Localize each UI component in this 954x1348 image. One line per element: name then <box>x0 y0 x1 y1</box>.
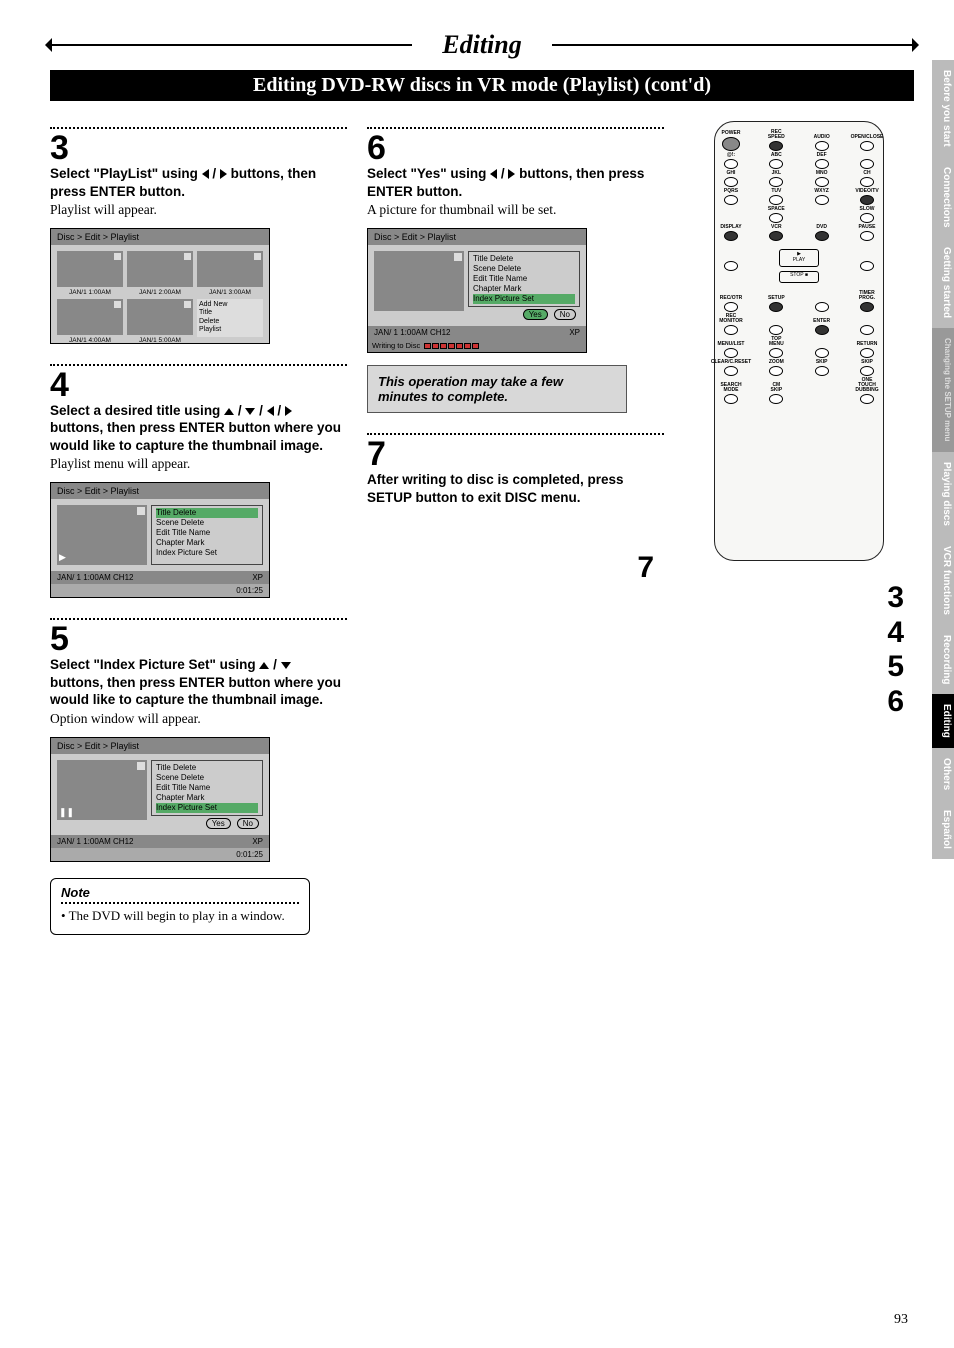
tab-active: Editing <box>932 694 954 748</box>
screen-playlist-grid: Disc > Edit > Playlist JAN/1 1:00AM JAN/… <box>50 228 270 344</box>
thumb: JAN/1 3:00AM <box>197 251 263 287</box>
note-body: • The DVD will begin to play in a window… <box>61 908 299 924</box>
option-list: Title Delete Scene Delete Edit Title Nam… <box>151 505 263 565</box>
chapter-title-banner: Editing <box>50 30 914 60</box>
screen-option-window: Disc > Edit > Playlist ❚❚ Title Delete S… <box>50 737 270 862</box>
step6-instruction: Select "Yes" using / buttons, then press… <box>367 165 664 200</box>
remote-play-button: ▶PLAY <box>779 249 819 267</box>
tab: Connections <box>932 157 954 238</box>
tab: Español <box>932 800 954 859</box>
step-number-5: 5 <box>50 622 347 656</box>
tab: Recording <box>932 625 954 694</box>
thumb: ❚❚ <box>57 760 147 820</box>
step-number-6: 6 <box>367 131 664 165</box>
tab: VCR functions <box>932 536 954 625</box>
thumb <box>374 251 464 311</box>
thumb: JAN/1 2:00AM <box>127 251 193 287</box>
tab: Changing the SETUP menu <box>932 328 954 451</box>
screen-writing: Disc > Edit > Playlist Title Delete Scen… <box>367 228 587 353</box>
section-subtitle: Editing DVD-RW discs in VR mode (Playlis… <box>50 70 914 101</box>
thumb: JAN/1 5:00AM <box>127 299 193 335</box>
step7-instruction: After writing to disc is completed, pres… <box>367 471 664 506</box>
step3-result: Playlist will appear. <box>50 202 347 218</box>
remote-callouts-right: 3 4 5 6 <box>887 581 904 719</box>
side-tabs: Before you start Connections Getting sta… <box>932 60 954 859</box>
step-number-7: 7 <box>367 437 664 471</box>
step5-instruction: Select "Index Picture Set" using / butto… <box>50 656 347 709</box>
step4-instruction: Select a desired title using / / / butto… <box>50 402 347 455</box>
tab: Getting started <box>932 237 954 328</box>
step4-result: Playlist menu will appear. <box>50 456 347 472</box>
remote-callout-7: 7 <box>637 551 654 585</box>
option-list: Title Delete Scene Delete Edit Title Nam… <box>468 251 580 307</box>
step-number-3: 3 <box>50 131 347 165</box>
progress-bar <box>424 343 479 349</box>
thumb: JAN/1 1:00AM <box>57 251 123 287</box>
remote-control-diagram: POWER REC SPEED AUDIO OPEN/CLOSE @!: ABC… <box>714 121 884 561</box>
step6-result: A picture for thumbnail will be set. <box>367 202 664 218</box>
step3-instruction: Select "PlayList" using / buttons, then … <box>50 165 347 200</box>
screen-playlist-menu: Disc > Edit > Playlist ▶ Title Delete Sc… <box>50 482 270 598</box>
step5-result: Option window will appear. <box>50 711 347 727</box>
thumb: JAN/1 4:00AM <box>57 299 123 335</box>
note-box: Note • The DVD will begin to play in a w… <box>50 878 310 935</box>
info-box: This operation may take a few minutes to… <box>367 365 627 413</box>
step-number-4: 4 <box>50 368 347 402</box>
option-list: Title Delete Scene Delete Edit Title Nam… <box>151 760 263 816</box>
chapter-title: Editing <box>422 30 541 60</box>
tab: Before you start <box>932 60 954 157</box>
grid-side-options: Add New Title Delete Playlist <box>197 299 263 337</box>
page-number: 93 <box>894 1312 908 1328</box>
tab: Playing discs <box>932 452 954 536</box>
tab: Others <box>932 748 954 800</box>
remote-stop-button: STOP ■ <box>779 271 819 283</box>
thumb: ▶ <box>57 505 147 565</box>
